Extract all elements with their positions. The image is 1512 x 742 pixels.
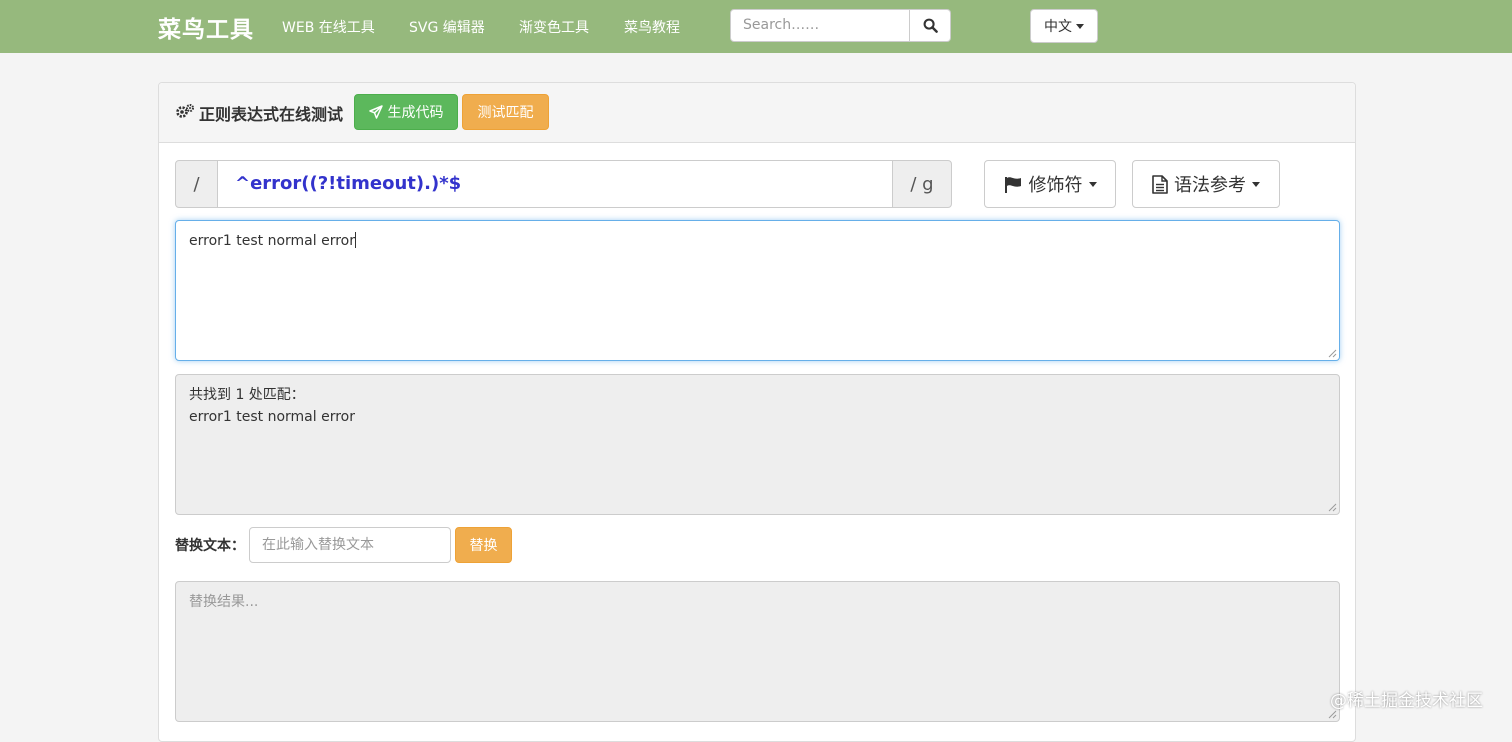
nav-link-web-tools[interactable]: WEB 在线工具 [282, 17, 375, 37]
modifiers-dropdown[interactable]: 修饰符 [984, 160, 1116, 208]
test-match-button[interactable]: 测试匹配 [462, 94, 549, 130]
chevron-down-icon [1076, 23, 1084, 29]
regex-flags: / g [892, 160, 952, 208]
language-label: 中文 [1044, 19, 1072, 35]
syntax-reference-label: 语法参考 [1174, 175, 1246, 196]
nav-link-gradient-tool[interactable]: 渐变色工具 [519, 17, 589, 37]
replace-result-area[interactable]: 替换结果... [175, 581, 1340, 722]
search-icon [923, 18, 938, 33]
chevron-down-icon [1088, 181, 1097, 187]
modifiers-label: 修饰符 [1028, 175, 1083, 196]
gears-icon [176, 104, 194, 118]
site-logo[interactable]: 菜鸟工具 [158, 10, 254, 44]
search-button[interactable] [910, 9, 951, 42]
match-result-area[interactable]: 共找到 1 处匹配： error1 test normal error [175, 374, 1340, 515]
regex-tester-panel: 正则表达式在线测试 生成代码 测试匹配 / ^error((?!timeout)… [158, 82, 1356, 742]
page-title: 正则表达式在线测试 [199, 105, 344, 124]
match-item: error1 test normal error [189, 409, 355, 425]
nav-link-svg-editor[interactable]: SVG 编辑器 [409, 17, 485, 37]
chevron-down-icon [1252, 181, 1260, 187]
replace-text-label: 替换文本： [175, 538, 245, 554]
syntax-reference-dropdown[interactable]: 语法参考 [1132, 160, 1280, 208]
replace-result-placeholder: 替换结果... [189, 594, 259, 610]
test-text: error1 test normal error [189, 233, 355, 249]
generate-code-button[interactable]: 生成代码 [354, 94, 458, 130]
language-dropdown[interactable]: 中文 [1030, 9, 1098, 43]
search-input[interactable]: Search…… [730, 9, 910, 42]
top-navbar: 菜鸟工具 WEB 在线工具 SVG 编辑器 渐变色工具 菜鸟教程 Search…… [0, 0, 1512, 53]
match-summary: 共找到 1 处匹配： [189, 387, 305, 403]
file-text-icon [1152, 174, 1168, 194]
panel-heading: 正则表达式在线测试 生成代码 测试匹配 [159, 83, 1355, 143]
text-cursor [354, 232, 356, 248]
send-icon [368, 105, 383, 119]
regex-delimiter-start: / [175, 160, 218, 208]
replace-button[interactable]: 替换 [455, 527, 512, 563]
test-text-area[interactable]: error1 test normal error [175, 220, 1340, 361]
flag-icon [1004, 176, 1021, 193]
resize-handle-icon[interactable] [1328, 349, 1337, 358]
resize-handle-icon[interactable] [1328, 710, 1337, 719]
generate-code-label: 生成代码 [387, 105, 444, 121]
nav-link-tutorial[interactable]: 菜鸟教程 [624, 17, 680, 37]
replace-text-input[interactable]: 在此输入替换文本 [249, 527, 451, 563]
resize-handle-icon[interactable] [1328, 503, 1337, 512]
regex-input[interactable]: ^error((?!timeout).)*$ [218, 160, 893, 208]
watermark: @稀土掘金技术社区 [1330, 691, 1483, 711]
